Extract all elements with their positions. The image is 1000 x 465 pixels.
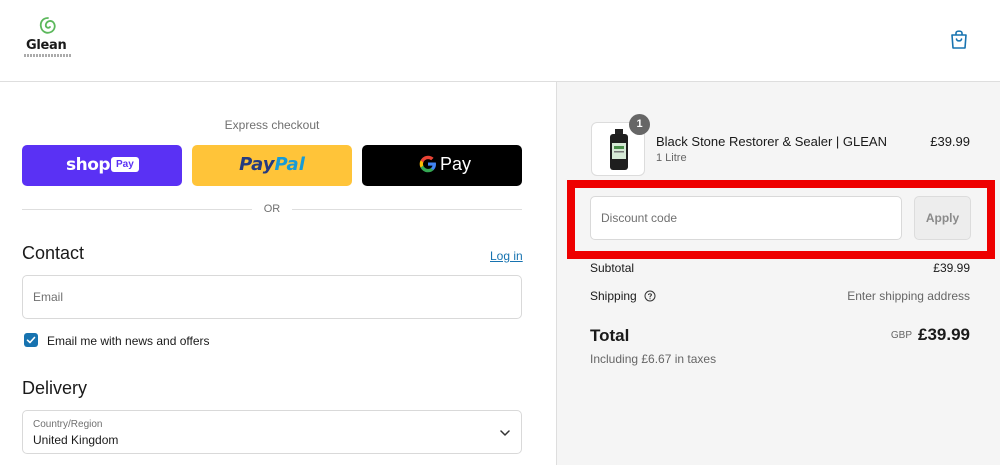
- paypal-word-part2: Pal: [274, 154, 305, 175]
- total-amount: £39.99: [918, 325, 970, 344]
- shopping-bag-icon[interactable]: [949, 28, 969, 50]
- contact-heading: Contact: [22, 243, 85, 263]
- country-value: United Kingdom: [33, 433, 119, 447]
- divider-right: [292, 209, 522, 210]
- shipping-label: Shipping: [590, 289, 637, 303]
- country-caption: Country/Region: [33, 419, 103, 430]
- order-summary-panel: 1 Black Stone Restorer & Sealer | GLEAN …: [556, 82, 1000, 465]
- checkmark-icon: [26, 336, 36, 344]
- shop-pay-wordmark: shop: [66, 155, 111, 175]
- newsletter-label: Email me with news and offers: [47, 334, 210, 348]
- delivery-heading: Delivery: [22, 378, 88, 398]
- glean-logo[interactable]: Glean: [24, 16, 74, 60]
- country-select[interactable]: Country/Region United Kingdom: [22, 410, 522, 454]
- shop-pay-button[interactable]: shop Pay: [22, 145, 182, 186]
- product-name: Black Stone Restorer & Sealer | GLEAN: [656, 134, 887, 149]
- page-header: Glean: [0, 0, 1000, 82]
- apply-discount-button[interactable]: Apply: [914, 196, 971, 240]
- logo-wordmark: Glean: [26, 38, 67, 53]
- total-value-group: GBP £39.99: [891, 325, 970, 345]
- subtotal-value: £39.99: [933, 261, 970, 275]
- subtotal-label: Subtotal: [590, 261, 635, 275]
- or-divider-text: OR: [263, 203, 281, 215]
- paypal-word-part1: Pay: [239, 154, 275, 175]
- newsletter-checkbox[interactable]: [24, 333, 38, 347]
- total-label: Total: [590, 326, 630, 345]
- divider-left: [22, 209, 252, 210]
- product-variant: 1 Litre: [656, 152, 687, 164]
- help-circle-icon[interactable]: [644, 290, 656, 302]
- google-pay-button[interactable]: Pay: [362, 145, 522, 186]
- discount-code-field[interactable]: [590, 196, 902, 240]
- shipping-value: Enter shipping address: [847, 289, 970, 303]
- logo-tagline: [24, 54, 72, 57]
- email-field[interactable]: [22, 275, 522, 319]
- log-in-link[interactable]: Log in: [490, 249, 523, 263]
- chevron-down-icon: [500, 430, 510, 436]
- taxes-note: Including £6.67 in taxes: [590, 352, 717, 366]
- currency-code: GBP: [890, 330, 912, 341]
- quantity-badge: 1: [629, 114, 650, 135]
- google-pay-wordmark: Pay: [440, 154, 472, 174]
- leaf-logo-icon: [39, 17, 56, 34]
- google-g-icon: [419, 155, 436, 173]
- paypal-wordmark: PayPal: [192, 154, 352, 175]
- paypal-button[interactable]: PayPal: [192, 145, 352, 186]
- product-price: £39.99: [930, 134, 970, 149]
- shipping-row-label: Shipping: [590, 289, 656, 303]
- shop-pay-pill: Pay: [111, 157, 139, 172]
- product-bottle-image: [610, 129, 628, 170]
- express-checkout-title: Express checkout: [224, 118, 320, 132]
